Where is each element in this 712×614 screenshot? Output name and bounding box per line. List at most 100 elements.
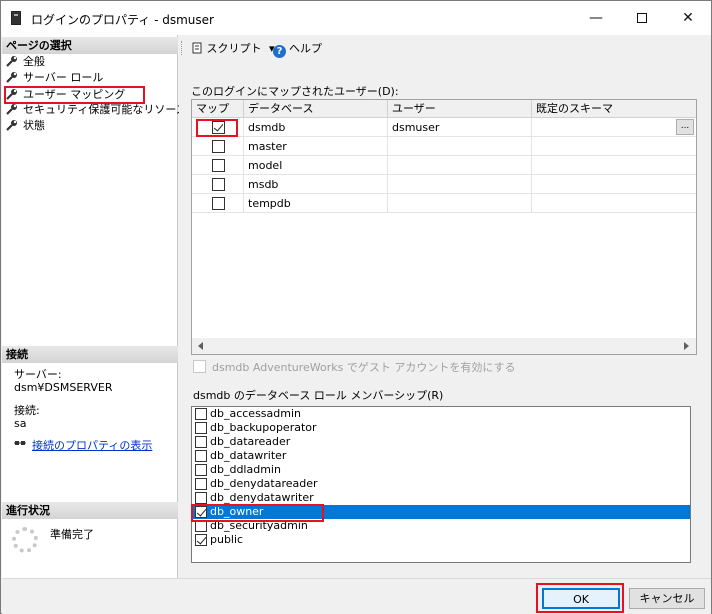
- table-row: msdb: [192, 175, 696, 194]
- guest-account-option[interactable]: dsmdb AdventureWorks でゲスト アカウントを有効にする: [193, 359, 515, 375]
- horizontal-scrollbar[interactable]: [192, 338, 696, 354]
- table-row: master: [192, 137, 696, 156]
- main-content: このログインにマップされたユーザー(D): マップ データベース ユーザー 既定…: [179, 59, 711, 578]
- wrench-icon: [6, 119, 18, 131]
- db-owner-highlight-box: [191, 504, 324, 522]
- schema-cell[interactable]: [532, 156, 696, 175]
- list-item[interactable]: db_datawriter: [192, 449, 690, 463]
- nav-item-server-roles[interactable]: サーバー ロール: [6, 70, 103, 86]
- list-item[interactable]: db_accessadmin: [192, 407, 690, 421]
- map-cell: [192, 194, 244, 213]
- role-name: db_backupoperator: [210, 421, 317, 434]
- schema-cell[interactable]: ...: [532, 118, 696, 137]
- column-header-database: データベース: [244, 100, 388, 118]
- database-cell: model: [244, 156, 388, 175]
- role-name: db_denydatareader: [210, 477, 318, 490]
- guest-account-checkbox[interactable]: [193, 360, 206, 373]
- table-row: dsmdb dsmuser ...: [192, 118, 696, 137]
- user-mapping-grid: マップ データベース ユーザー 既定のスキーマ dsmdb dsmuser ..…: [191, 99, 697, 355]
- help-icon: ?: [273, 45, 286, 58]
- map-checkbox[interactable]: [212, 140, 225, 153]
- list-item[interactable]: db_denydatareader: [192, 477, 690, 491]
- grid-header: マップ データベース ユーザー 既定のスキーマ: [192, 100, 696, 118]
- title-bar: ログインのプロパティ - dsmuser — ✕: [1, 1, 711, 35]
- user-cell[interactable]: [388, 156, 532, 175]
- toolbar-grip: [181, 41, 183, 55]
- connection-label: 接続:: [14, 404, 40, 417]
- left-pane: ページの選択 全般 サーバー ロール ユーザー マッピング セキュリティ保護可能…: [2, 35, 187, 578]
- nav-item-label: 状態: [23, 119, 45, 132]
- map-cell: [192, 137, 244, 156]
- toolbar: スクリプト ▾ ? ヘルプ: [179, 35, 711, 59]
- role-checkbox[interactable]: [195, 478, 207, 490]
- wrench-icon: [6, 103, 18, 115]
- guest-account-label: dsmdb AdventureWorks でゲスト アカウントを有効にする: [212, 361, 516, 374]
- script-label: スクリプト: [206, 42, 262, 55]
- column-header-default-schema: 既定のスキーマ: [536, 102, 613, 115]
- user-cell[interactable]: [388, 175, 532, 194]
- ok-highlight-box: [536, 583, 624, 613]
- browse-schema-button[interactable]: ...: [676, 119, 694, 135]
- page-select-header: ページの選択: [2, 37, 178, 54]
- role-checkbox[interactable]: [195, 492, 207, 504]
- maximize-button[interactable]: [619, 1, 665, 35]
- role-membership-label: dsmdb のデータベース ロール メンバーシップ(R): [193, 389, 444, 402]
- database-cell: dsmdb: [244, 118, 388, 137]
- map-checkbox[interactable]: [212, 178, 225, 191]
- database-cell: msdb: [244, 175, 388, 194]
- minimize-button[interactable]: —: [573, 1, 619, 35]
- wrench-icon: [6, 71, 18, 83]
- nav-item-status[interactable]: 状態: [6, 118, 45, 134]
- progress-header: 進行状況: [2, 502, 178, 519]
- role-name: public: [210, 533, 244, 546]
- app-icon: [11, 11, 21, 25]
- nav-item-general[interactable]: 全般: [6, 54, 45, 70]
- role-name: db_datareader: [210, 435, 291, 448]
- plug-icon: [14, 439, 26, 452]
- maximize-icon: [637, 13, 647, 23]
- view-connection-properties-link[interactable]: 接続のプロパティの表示: [32, 439, 152, 452]
- role-checkbox[interactable]: [195, 450, 207, 462]
- help-label: ヘルプ: [289, 42, 322, 55]
- role-checkbox[interactable]: [195, 534, 207, 546]
- role-name: db_denydatawriter: [210, 491, 314, 504]
- role-checkbox[interactable]: [195, 422, 207, 434]
- role-checkbox[interactable]: [195, 408, 207, 420]
- schema-cell[interactable]: [532, 137, 696, 156]
- scroll-right-icon[interactable]: [684, 342, 689, 350]
- map-cell: [192, 156, 244, 175]
- server-value: dsm¥DSMSERVER: [14, 381, 113, 394]
- user-cell[interactable]: [388, 194, 532, 213]
- user-cell[interactable]: [388, 137, 532, 156]
- role-name: db_datawriter: [210, 449, 287, 462]
- table-row: tempdb: [192, 194, 696, 213]
- map-cell: [192, 175, 244, 194]
- role-checkbox[interactable]: [195, 464, 207, 476]
- nav-item-securables[interactable]: セキュリティ保護可能なリソース: [6, 102, 187, 118]
- role-checkbox[interactable]: [195, 436, 207, 448]
- map-checkbox[interactable]: [212, 159, 225, 172]
- column-header-user: ユーザー: [388, 100, 532, 118]
- connection-properties-row: 接続のプロパティの表示: [14, 437, 152, 453]
- connection-value: sa: [14, 417, 27, 430]
- script-button[interactable]: スクリプト ▾: [191, 40, 275, 56]
- list-item[interactable]: db_denydatawriter: [192, 491, 690, 505]
- map-checkbox[interactable]: [212, 197, 225, 210]
- cancel-button[interactable]: キャンセル: [629, 588, 705, 609]
- database-cell: tempdb: [244, 194, 388, 213]
- schema-cell[interactable]: [532, 175, 696, 194]
- close-button[interactable]: ✕: [665, 1, 711, 35]
- table-row: model: [192, 156, 696, 175]
- server-label: サーバー:: [14, 368, 62, 381]
- list-item[interactable]: db_datareader: [192, 435, 690, 449]
- list-item[interactable]: db_ddladmin: [192, 463, 690, 477]
- connection-header: 接続: [2, 346, 178, 363]
- scroll-left-icon[interactable]: [198, 342, 203, 350]
- user-cell[interactable]: dsmuser: [388, 118, 532, 137]
- help-button[interactable]: ? ヘルプ: [273, 40, 322, 58]
- list-item[interactable]: db_backupoperator: [192, 421, 690, 435]
- schema-cell[interactable]: [532, 194, 696, 213]
- login-properties-dialog: ログインのプロパティ - dsmuser — ✕ ページの選択 全般 サーバー …: [0, 0, 712, 614]
- script-icon: [191, 42, 203, 55]
- list-item[interactable]: public: [192, 533, 690, 547]
